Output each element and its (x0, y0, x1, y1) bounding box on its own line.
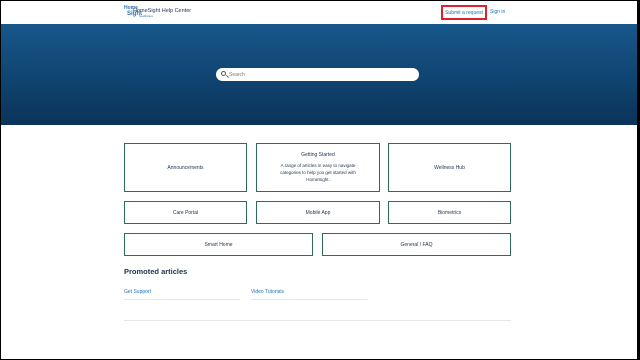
category-label: Wellness Hub (434, 164, 465, 171)
search-icon (221, 71, 226, 76)
category-care-portal[interactable]: Care Portal (124, 201, 247, 224)
site-title[interactable]: HomeSight Help Center (133, 8, 191, 14)
category-label: Biometrics (437, 209, 462, 216)
category-getting-started[interactable]: Getting Started A range of articles in e… (256, 143, 380, 192)
category-label: Smart Home (204, 241, 233, 248)
promoted-articles-heading: Promoted articles (124, 267, 188, 276)
category-description: A range of articles in easy to navigate … (280, 163, 356, 182)
category-label: Getting Started (301, 152, 335, 158)
category-label: General / FAQ (400, 241, 433, 248)
hero-banner (1, 24, 637, 125)
category-biometrics[interactable]: Biometrics (388, 201, 511, 224)
page: Home Sight healthcare HomeSight Help Cen… (1, 1, 637, 359)
sign-in-link[interactable]: Sign in (490, 9, 505, 15)
logo-text-tagline: healthcare (139, 14, 154, 18)
category-smart-home[interactable]: Smart Home (124, 233, 313, 256)
search-box[interactable] (216, 68, 419, 81)
divider (124, 299, 240, 300)
category-label: Mobile App (305, 209, 331, 216)
search-input[interactable] (229, 69, 414, 80)
section-divider (124, 320, 511, 321)
category-mobile-app[interactable]: Mobile App (256, 201, 380, 224)
category-label: Care Portal (172, 209, 199, 216)
category-wellness-hub[interactable]: Wellness Hub (388, 143, 511, 192)
header: Home Sight healthcare HomeSight Help Cen… (1, 1, 637, 24)
category-announcements[interactable]: Announcements (124, 143, 247, 192)
category-label: Announcements (167, 164, 204, 171)
divider (251, 299, 367, 300)
promoted-article-link[interactable]: Get Support (124, 289, 151, 295)
category-general-faq[interactable]: General / FAQ (322, 233, 511, 256)
submit-request-link[interactable]: Submit a request (441, 5, 487, 20)
promoted-article-link[interactable]: Video Tutorials (251, 289, 284, 295)
